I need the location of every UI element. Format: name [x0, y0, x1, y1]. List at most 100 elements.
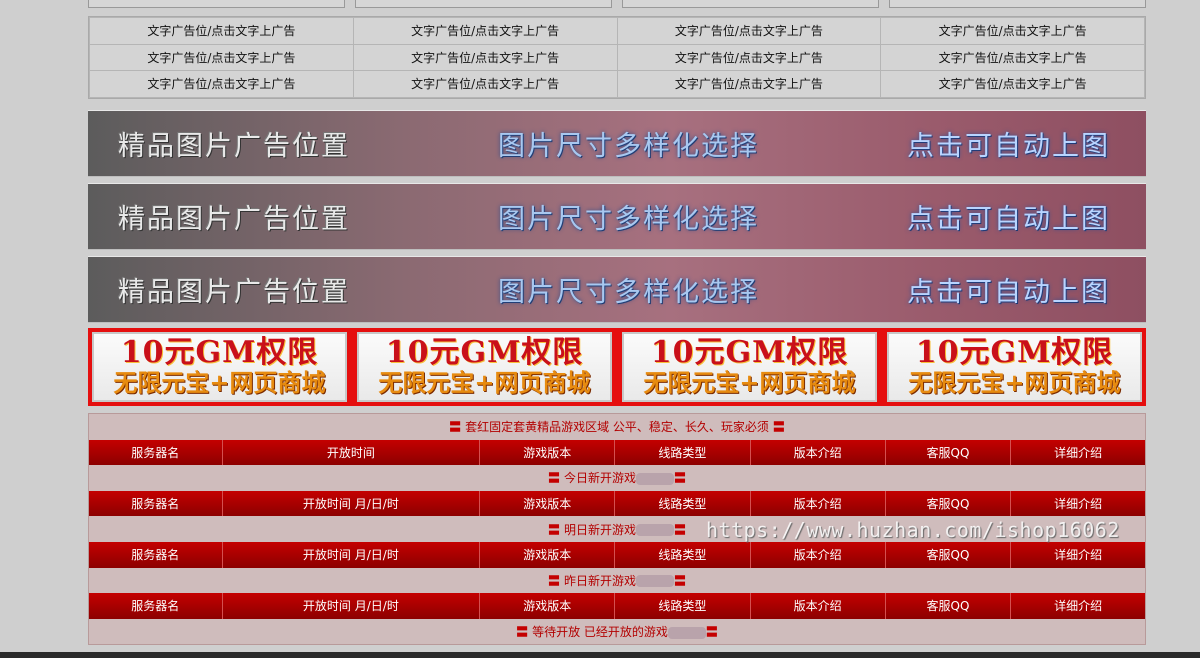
text-ad-link[interactable]: 文字广告位/点击文字上广告: [89, 70, 354, 98]
column-header[interactable]: 客服QQ: [884, 490, 1011, 517]
gm-banner-title: 10元GM权限: [915, 335, 1114, 370]
column-header[interactable]: 详细介绍: [1010, 439, 1145, 466]
section-marker-icon: 〓: [547, 522, 560, 537]
column-header[interactable]: 开放时间 月/日/时: [221, 541, 480, 568]
section-title: 昨日新开游戏: [563, 573, 636, 588]
section-title-row: 〓今日新开游戏〓: [89, 465, 1145, 491]
bottom-bar: [0, 652, 1200, 658]
gm-banner-title: 10元GM权限: [120, 335, 319, 370]
gm-banner-subtitle: 无限元宝+网页商城: [378, 368, 591, 397]
column-header[interactable]: 服务器名: [89, 490, 223, 517]
column-header[interactable]: 线路类型: [614, 541, 751, 568]
image-banner-list: 精品图片广告位置 图片尺寸多样化选择 点击可自动上图 精品图片广告位置 图片尺寸多样化选…: [88, 110, 1146, 329]
section-marker-icon: 〓: [772, 420, 785, 435]
section-marker-icon: 〓: [449, 420, 462, 435]
stub-box: [88, 0, 345, 8]
section-title-row: 〓昨日新开游戏〓: [89, 567, 1145, 594]
column-header[interactable]: 版本介绍: [749, 490, 886, 517]
column-header[interactable]: 游戏版本: [479, 439, 615, 466]
section-marker-icon: 〓: [705, 625, 718, 640]
section-title: 今日新开游戏: [563, 471, 636, 486]
column-header[interactable]: 开放时间 月/日/时: [221, 593, 480, 619]
section-marker-icon: 〓: [547, 471, 560, 486]
banner-text-left: 精品图片广告位置: [118, 277, 350, 308]
section-title: 明日新开游戏: [563, 522, 636, 537]
watermark-text: https://www.huzhan.com/ishop16062: [706, 518, 1120, 542]
top-stub-row: [88, 0, 1146, 8]
gm-banner-subtitle: 无限元宝+网页商城: [643, 368, 856, 397]
server-header-row: 服务器名 开放时间 游戏版本 线路类型 版本介绍 客服QQ 详细介绍: [89, 439, 1145, 466]
banner-text-right: 点击可自动上图: [907, 204, 1110, 235]
gm-banner-ad[interactable]: 10元GM权限 无限元宝+网页商城: [92, 332, 347, 402]
banner-text-right: 点击可自动上图: [907, 277, 1110, 308]
section-title-row: 〓套红固定套黄精品游戏区域 公平、稳定、长久、玩家必须〓: [89, 414, 1145, 440]
redacted-blur: [636, 524, 674, 537]
gm-banner-title: 10元GM权限: [385, 335, 584, 370]
column-header[interactable]: 游戏版本: [479, 541, 615, 568]
text-ad-link[interactable]: 文字广告位/点击文字上广告: [880, 17, 1145, 45]
column-header[interactable]: 详细介绍: [1010, 490, 1145, 517]
redacted-blur: [636, 472, 674, 485]
column-header[interactable]: 客服QQ: [884, 593, 1011, 619]
column-header[interactable]: 版本介绍: [749, 593, 886, 619]
column-header[interactable]: 详细介绍: [1010, 541, 1145, 568]
stub-box: [355, 0, 612, 8]
column-header[interactable]: 版本介绍: [749, 439, 886, 466]
column-header[interactable]: 游戏版本: [479, 593, 615, 619]
column-header[interactable]: 详细介绍: [1010, 593, 1145, 619]
banner-text-center: 图片尺寸多样化选择: [498, 277, 759, 308]
banner-text-left: 精品图片广告位置: [118, 131, 350, 162]
section-marker-icon: 〓: [674, 522, 687, 537]
text-ad-link[interactable]: 文字广告位/点击文字上广告: [352, 43, 618, 72]
gm-banner-title: 10元GM权限: [650, 335, 849, 370]
column-header[interactable]: 开放时间 月/日/时: [221, 490, 480, 517]
section-marker-icon: 〓: [547, 573, 560, 588]
column-header[interactable]: 游戏版本: [479, 490, 615, 517]
banner-text-center: 图片尺寸多样化选择: [498, 204, 759, 235]
gm-banner-ad[interactable]: 10元GM权限 无限元宝+网页商城: [357, 332, 612, 402]
column-header[interactable]: 服务器名: [89, 541, 223, 568]
section-marker-icon: 〓: [516, 625, 529, 640]
gm-banner-row: 10元GM权限 无限元宝+网页商城 10元GM权限 无限元宝+网页商城 10元GM权限无…: [88, 328, 1146, 406]
section-title: 等待开放 已经开放的游戏: [532, 625, 668, 640]
text-ad-link[interactable]: 文字广告位/点击文字上广告: [616, 70, 882, 98]
text-ad-link[interactable]: 文字广告位/点击文字上广告: [616, 17, 882, 45]
server-header-row: 服务器名 开放时间 月/日/时 游戏版本 线路类型 版本介绍 客服QQ 详细介绍: [89, 593, 1145, 619]
column-header[interactable]: 版本介绍: [749, 541, 886, 568]
text-ad-link[interactable]: 文字广告位/点击文字上广告: [880, 70, 1145, 98]
text-ad-link[interactable]: 文字广告位/点击文字上广告: [352, 17, 618, 45]
gm-banner-ad[interactable]: 10元GM权限 无限元宝+网页商城: [887, 332, 1142, 402]
column-header[interactable]: 服务器名: [89, 593, 223, 619]
column-header[interactable]: 服务器名: [89, 439, 223, 466]
column-header[interactable]: 客服QQ: [884, 541, 1011, 568]
section-marker-icon: 〓: [674, 573, 687, 588]
redacted-blur: [667, 626, 706, 639]
gm-banner-subtitle: 无限元宝+网页商城: [113, 368, 326, 397]
text-ad-link[interactable]: 文字广告位/点击文字上广告: [352, 70, 618, 98]
server-header-row: 服务器名 开放时间 月/日/时 游戏版本 线路类型 版本介绍 客服QQ 详细介绍: [89, 541, 1145, 568]
column-header[interactable]: 客服QQ: [884, 439, 1011, 466]
gm-banner-ad[interactable]: 10元GM权限 无限元宝+网页商城: [622, 332, 877, 402]
text-ad-link[interactable]: 文字广告位/点击文字上广告: [89, 43, 354, 72]
banner-text-right: 点击可自动上图: [907, 131, 1110, 162]
column-header[interactable]: 开放时间: [221, 439, 480, 466]
banner-text-left: 精品图片广告位置: [118, 204, 350, 235]
column-header[interactable]: 线路类型: [614, 439, 751, 466]
banner-text-center: 图片尺寸多样化选择: [498, 131, 759, 162]
gm-banner-subtitle: 无限元宝+网页商城: [908, 368, 1121, 397]
stub-box: [622, 0, 879, 8]
text-ad-grid: 文字广告位/点击文字上广告 文字广告位/点击文字上广告 文字广告位/点击文字上广告文…: [88, 16, 1146, 99]
column-header[interactable]: 线路类型: [614, 490, 751, 517]
text-ad-link[interactable]: 文字广告位/点击文字上广告: [880, 43, 1145, 72]
text-ad-link[interactable]: 文字广告位/点击文字上广告: [89, 17, 354, 45]
section-title-row: 〓等待开放 已经开放的游戏〓: [89, 618, 1145, 645]
server-header-row: 服务器名 开放时间 月/日/时 游戏版本 线路类型 版本介绍 客服QQ 详细介绍: [89, 490, 1145, 517]
image-banner-ad[interactable]: 精品图片广告位置 图片尺寸多样化选择 点击可自动上图: [88, 110, 1146, 177]
column-header[interactable]: 线路类型: [614, 593, 751, 619]
image-banner-ad[interactable]: 精品图片广告位置 图片尺寸多样化选择 点击可自动上图: [88, 183, 1146, 250]
section-marker-icon: 〓: [674, 471, 687, 486]
stub-box: [889, 0, 1146, 8]
text-ad-link[interactable]: 文字广告位/点击文字上广告: [616, 43, 882, 72]
image-banner-ad[interactable]: 精品图片广告位置 图片尺寸多样化选择 点击可自动上图: [88, 256, 1146, 323]
section-title: 套红固定套黄精品游戏区域 公平、稳定、长久、玩家必须: [465, 420, 769, 435]
